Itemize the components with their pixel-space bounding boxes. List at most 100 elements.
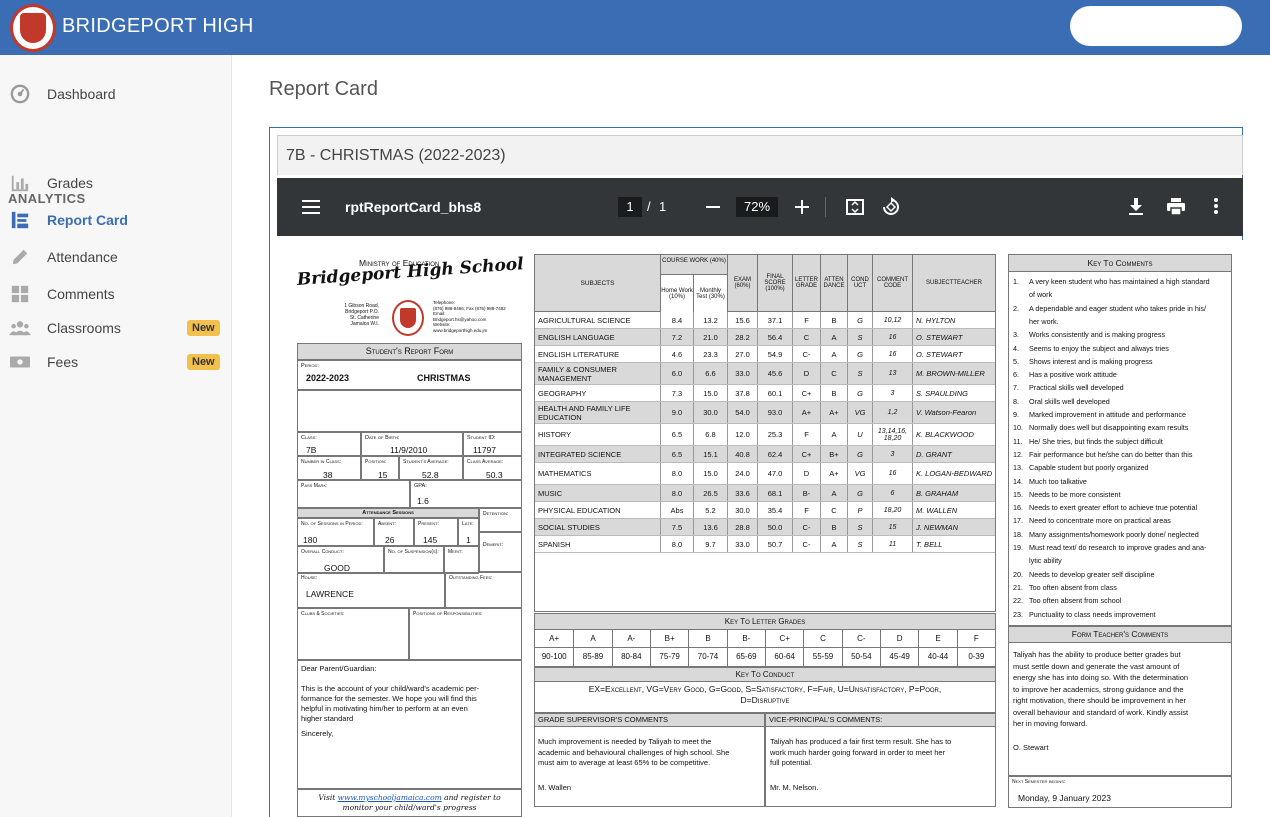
- grade-cell: 8.0: [660, 536, 693, 552]
- grade-cell: 37.8: [727, 385, 757, 401]
- report-icon: [11, 211, 29, 229]
- subject-cell: AGRICULTURAL SCIENCE: [538, 315, 631, 325]
- sidebar-item-fees[interactable]: Fees New: [0, 347, 232, 377]
- grade-row: SPANISH 8.0 9.7 33.0 50.7 C- A S 11 T. BELL: [535, 536, 995, 553]
- grade-range-cell: 70-74: [688, 648, 726, 666]
- rotate-icon[interactable]: [881, 197, 901, 217]
- top-bar: BRIDGEPORT HIGH: [0, 0, 1270, 55]
- grade-cell: 3: [872, 385, 912, 401]
- letter-grade-cell: D: [880, 630, 918, 647]
- grade-row: ENGLISH LITERATURE 4.6 23.3 27.0 54.9 C- A G 16 O…: [535, 346, 995, 363]
- subject-cell: SOCIAL STUDIES: [538, 522, 600, 532]
- zoom-input[interactable]: 72%: [736, 197, 778, 217]
- grade-cell: 25.3: [757, 424, 792, 445]
- grade-cell: K. BLACKWOOD: [912, 424, 995, 445]
- grade-cell: D. GRANT: [912, 446, 995, 462]
- form-title: Student's Report Form: [297, 343, 522, 360]
- grade-cell: S. SPAULDING: [912, 385, 995, 401]
- school-website-link[interactable]: www.myschooljamaica.com: [338, 793, 442, 802]
- zoom-out-icon[interactable]: [706, 206, 720, 208]
- key-conduct: Key To Conduct EX=Excellent, VG=Very Goo…: [534, 667, 996, 713]
- present-value: 145: [423, 535, 438, 545]
- grade-cell: 15.6: [727, 312, 757, 328]
- late-value: 1: [466, 535, 471, 545]
- grade-range-cell: 65-69: [726, 648, 765, 666]
- zoom-in-icon[interactable]: [795, 200, 809, 214]
- spacer-box: [297, 390, 522, 432]
- grade-cell: 68.1: [757, 485, 792, 501]
- grade-cell: B. GRAHAM: [912, 485, 995, 501]
- grade-cell: 6.8: [693, 424, 727, 445]
- sidebar-item-report-card[interactable]: Report Card: [0, 205, 232, 235]
- grade-cell: M. BROWN-MILLER: [912, 363, 995, 384]
- grade-cell: 60.1: [757, 385, 792, 401]
- grade-cell: 35.4: [757, 502, 792, 518]
- subject-cell: INTEGRATED SCIENCE: [538, 449, 622, 459]
- grade-cell: VG: [847, 402, 872, 423]
- absent-value: 26: [385, 535, 395, 545]
- grade-cell: 6.5: [660, 446, 693, 462]
- grade-cell: 9.0: [660, 402, 693, 423]
- grade-cell: 16: [872, 329, 912, 345]
- grade-cell: G: [847, 446, 872, 462]
- grade-cell: 62.4: [757, 446, 792, 462]
- grade-cell: C: [820, 363, 847, 384]
- sidebar-item-dashboard[interactable]: Dashboard: [0, 79, 232, 109]
- grade-cell: M. WALLEN: [912, 502, 995, 518]
- panel-title: 7B - CHRISTMAS (2022-2023): [286, 147, 506, 164]
- grade-row: HISTORY 6.5 6.8 12.0 25.3 F A U 13,14,16, 18,20 K…: [535, 424, 995, 446]
- grade-cell: A: [820, 424, 847, 445]
- grade-cell: 3: [872, 446, 912, 462]
- grade-cell: 18,20: [872, 502, 912, 518]
- grade-cell: 40.8: [727, 446, 757, 462]
- grade-cell: 1,2: [872, 402, 912, 423]
- sidebar-item-comments[interactable]: Comments: [0, 279, 232, 309]
- school-logo[interactable]: [10, 4, 56, 52]
- grade-cell: 16: [872, 463, 912, 484]
- sidebar-item-attendance[interactable]: Attendance: [0, 242, 232, 272]
- grade-range-cell: 45-49: [880, 648, 918, 666]
- grade-cell: 7.3: [660, 385, 693, 401]
- subject-cell: MATHEMATICS: [538, 469, 592, 478]
- print-icon[interactable]: [1167, 198, 1185, 215]
- grade-range-cell: 0-39: [956, 648, 995, 666]
- grade-cell: 15.0: [693, 463, 727, 484]
- grade-cell: 13.2: [693, 312, 727, 328]
- parent-letter: Dear Parent/Guardian: This is the accoun…: [297, 660, 522, 789]
- letter-grade-cell: C+: [765, 630, 803, 647]
- more-options-icon[interactable]: [1214, 198, 1218, 214]
- page-number-input[interactable]: 1: [618, 197, 642, 217]
- grade-cell: F: [792, 502, 820, 518]
- sidebar-item-label: Attendance: [47, 249, 118, 265]
- grade-cell: 15.0: [693, 385, 727, 401]
- menu-icon[interactable]: [302, 199, 320, 215]
- school-contact: Telephone: (876) 988-8466; Fax (876) 988-…: [433, 300, 506, 333]
- next-semester-date: Monday, 9 January 2023: [1018, 793, 1111, 803]
- grade-cell: 10,12: [872, 312, 912, 328]
- app-title[interactable]: BRIDGEPORT HIGH: [62, 15, 254, 38]
- letter-grade-cell: E: [918, 630, 956, 647]
- grade-cell: A: [820, 536, 847, 552]
- fit-page-icon[interactable]: [846, 198, 864, 216]
- letter-grade-cell: F: [956, 630, 995, 647]
- grade-range-cell: 60-64: [765, 648, 803, 666]
- grade-cell: O. STEWART: [912, 329, 995, 345]
- grade-row: PHYSICAL EDUCATION Abs 5.2 30.0 35.4 F C P 18,20…: [535, 502, 995, 519]
- grade-cell: P: [847, 502, 872, 518]
- grid-icon: [11, 285, 29, 303]
- download-icon[interactable]: [1129, 198, 1143, 215]
- grade-cell: 9.7: [693, 536, 727, 552]
- user-menu[interactable]: [1070, 6, 1242, 46]
- grade-cell: N. HYLTON: [912, 312, 995, 328]
- letter-grade-cell: A+: [549, 634, 560, 643]
- sidebar-item-classrooms[interactable]: Classrooms New: [0, 313, 232, 343]
- grade-cell: 50.7: [757, 536, 792, 552]
- pdf-toolbar: rptReportCard_bhs8 1 / 1 72%: [277, 178, 1243, 236]
- next-semester: Next Semester begins: Monday, 9 January …: [1008, 776, 1232, 808]
- sidebar-item-grades[interactable]: Grades: [0, 168, 232, 198]
- dashboard-icon: [10, 84, 30, 104]
- letter-grade-cell: B: [688, 630, 726, 647]
- grade-cell: C-: [792, 346, 820, 362]
- grade-cell: G: [847, 312, 872, 328]
- grade-cell: U: [847, 424, 872, 445]
